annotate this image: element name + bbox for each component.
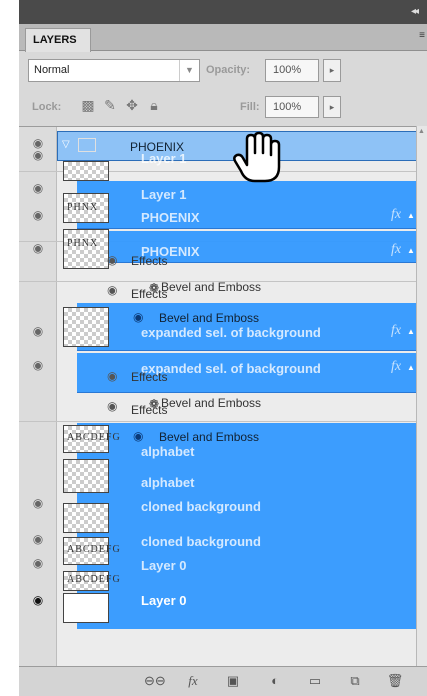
link-layers-icon[interactable]: ⊖⊖ [144, 673, 166, 691]
effects-label: Effects [131, 370, 168, 384]
opacity-input[interactable]: 100% [265, 59, 319, 82]
effects-row[interactable]: ◉ Effects [81, 367, 421, 387]
effects-row[interactable]: ◉ Effects ❁ Bevel and Emboss [81, 395, 421, 417]
collapse-panel-icon[interactable]: ◂◂ [411, 6, 419, 17]
layers-bottom-toolbar: ⊖⊖ fx ▣ ◐ ▭ ⧉ 🗑︎ [19, 666, 427, 696]
eye-icon[interactable]: ◉ [28, 533, 48, 545]
bevel-emboss-label: Bevel and Emboss [159, 430, 260, 444]
layer-thumbnail: PHNX [63, 193, 109, 223]
panel-menu-icon[interactable]: ≡ [419, 30, 425, 41]
fill-stepper-icon[interactable]: ▸ [323, 96, 341, 118]
eye-icon[interactable]: ◉ [133, 429, 143, 443]
blend-mode-value: Normal [34, 64, 70, 76]
layer-thumbnail: ABCDEFG [63, 537, 120, 565]
fx-icon[interactable]: fx [391, 323, 401, 339]
eye-icon[interactable]: ◉ [107, 253, 117, 267]
lock-label: Lock: [32, 101, 62, 113]
layer-name: cloned background [141, 499, 261, 514]
eye-icon[interactable]: ◉ [28, 242, 48, 254]
chevron-up-icon[interactable]: ▲ [407, 327, 415, 336]
delete-layer-icon[interactable]: 🗑︎ [385, 673, 405, 691]
layer-thumbnail [63, 593, 109, 623]
lock-position-icon[interactable]: ✥ [123, 97, 141, 115]
hand-cursor-icon [233, 131, 281, 183]
bevel-emboss-label: Bevel and Emboss [159, 311, 260, 325]
layer-thumbnail: ABCDEFG [63, 425, 120, 453]
effects-label: Effects [131, 254, 168, 268]
effect-icon: ❁ [149, 397, 160, 411]
opacity-label: Opacity: [206, 64, 251, 76]
eye-icon[interactable]: ◉ [133, 310, 143, 324]
layer-thumbnail [63, 503, 109, 533]
layers-panel: ◂◂ LAYERS ≡ Normal ▼ Opacity: 100% ▸ Loc… [19, 0, 427, 696]
thumbnail-text: ABCDEFG [67, 574, 121, 585]
row-divider [19, 421, 427, 422]
fill-label: Fill: [240, 101, 260, 113]
eye-icon[interactable]: ◉ [107, 399, 117, 413]
blend-mode-select[interactable]: Normal ▼ [28, 59, 200, 82]
eye-icon[interactable]: ◉ [28, 594, 48, 606]
lock-row: Lock: ▩ ✎ ✥ 🔒︎ Fill: 100% ▸ [19, 91, 427, 121]
effect-icon: ❁ [149, 281, 160, 295]
fill-input[interactable]: 100% [265, 96, 319, 118]
layer-name: Layer 1 [141, 151, 187, 166]
thumbnail-text: PHNX [67, 238, 99, 249]
eye-icon[interactable]: ◉ [107, 283, 117, 297]
layer-thumbnail [63, 307, 109, 347]
layer-name: Layer 1 [141, 187, 187, 202]
adjustment-layer-icon[interactable]: ◐ [265, 673, 285, 691]
tab-layers[interactable]: LAYERS [25, 28, 91, 52]
add-layer-style-icon[interactable]: fx [183, 673, 203, 691]
layer-name: expanded sel. of background [141, 325, 321, 340]
layer-thumbnail: ABCDEFG [63, 571, 120, 591]
eye-icon[interactable]: ◉ [28, 149, 48, 161]
eye-icon[interactable]: ◉ [28, 209, 48, 221]
effects-row[interactable]: ◉ Effects [81, 251, 421, 271]
bevel-emboss-label: Bevel and Emboss [161, 280, 262, 294]
layer-thumbnail [63, 161, 109, 181]
thumbnail-text: PHNX [67, 202, 99, 213]
eye-icon[interactable]: ◉ [28, 325, 48, 337]
layer-name: alphabet [141, 444, 195, 459]
layer-thumbnail [63, 459, 109, 493]
thumbnail-text: ABCDEFG [67, 544, 121, 555]
layer-row-alphabet[interactable] [77, 423, 427, 629]
folder-icon [78, 138, 96, 152]
eye-icon[interactable]: ◉ [28, 359, 48, 371]
layer-name: PHOENIX [141, 210, 200, 225]
disclosure-triangle-icon[interactable]: ▽ [62, 139, 70, 150]
lock-paint-icon[interactable]: ✎ [101, 97, 119, 115]
layers-scrollbar[interactable]: ▲ [416, 126, 427, 666]
bevel-emboss-label: Bevel and Emboss [161, 396, 262, 410]
lock-transparency-icon[interactable]: ▩ [79, 97, 97, 115]
layer-row-layer1[interactable] [77, 181, 422, 229]
panel-tab-row: LAYERS ≡ [19, 24, 427, 52]
effects-row[interactable]: ◉ Effects ❁ Bevel and Emboss [81, 279, 421, 301]
layer-name: Layer 0 [141, 558, 187, 573]
chevron-down-icon[interactable]: ▼ [179, 60, 199, 81]
chevron-up-icon[interactable]: ▲ [407, 211, 415, 220]
new-layer-icon[interactable]: ⧉ [345, 673, 365, 691]
panel-title-bar: ◂◂ [19, 0, 427, 24]
eye-icon[interactable]: ◉ [28, 557, 48, 569]
opacity-stepper-icon[interactable]: ▸ [323, 59, 341, 82]
layer-name: Layer 0 [141, 593, 187, 608]
eye-icon[interactable]: ◉ [28, 497, 48, 509]
layers-list: ◉ ◉ ◉ ◉ ◉ ◉ ◉ ◉ ◉ ◉ ◉ ▽ PHOENIX Layer 1 … [19, 126, 427, 666]
eye-icon[interactable]: ◉ [28, 182, 48, 194]
eye-icon[interactable]: ◉ [107, 369, 117, 383]
new-group-icon[interactable]: ▭ [305, 673, 325, 691]
fx-icon[interactable]: fx [391, 207, 401, 223]
layer-name: cloned background [141, 534, 261, 549]
thumbnail-text: ABCDEFG [67, 432, 121, 443]
lock-all-icon[interactable]: 🔒︎ [145, 97, 163, 115]
scroll-up-icon[interactable]: ▲ [418, 128, 425, 135]
layer-name: alphabet [141, 475, 195, 490]
add-mask-icon[interactable]: ▣ [223, 673, 243, 691]
